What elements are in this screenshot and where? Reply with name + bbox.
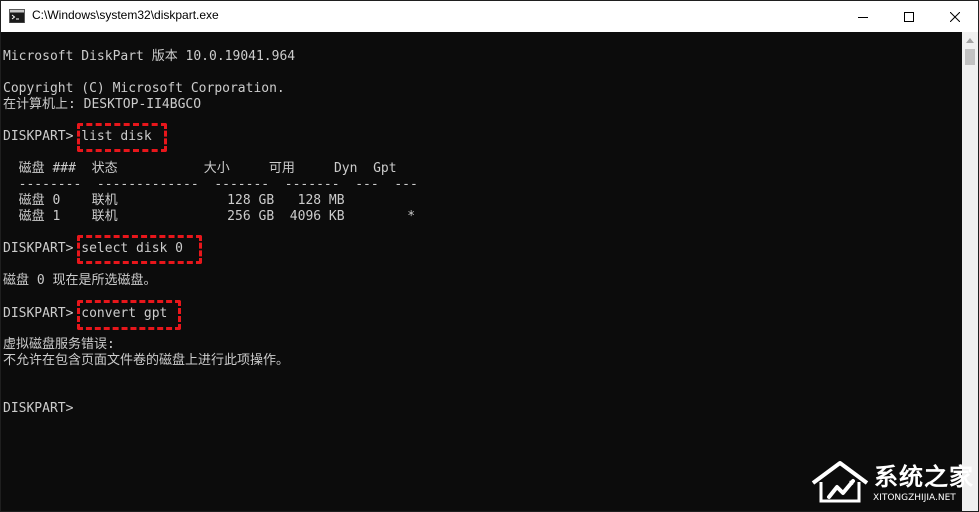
console-line-copyright: Copyright (C) Microsoft Corporation. — [3, 81, 285, 96]
maximize-button[interactable] — [886, 1, 932, 32]
console-line-selected: 磁盘 0 现在是所选磁盘。 — [3, 273, 157, 288]
console-line-version: Microsoft DiskPart 版本 10.0.19041.964 — [3, 49, 296, 64]
disk-table-row: 磁盘 0 联机 128 GB 128 MB — [3, 193, 345, 208]
console-line-error-title: 虚拟磁盘服务错误: — [3, 337, 115, 352]
scrollbar-thumb[interactable] — [965, 49, 975, 65]
title-bar[interactable]: C:\Windows\system32\diskpart.exe — [1, 1, 978, 32]
console-prompt: DISKPART> — [3, 401, 74, 416]
console-output[interactable]: Microsoft DiskPart 版本 10.0.19041.964 Cop… — [1, 32, 962, 511]
vertical-scrollbar[interactable] — [962, 32, 978, 511]
minimize-button[interactable] — [840, 1, 886, 32]
diskpart-window: C:\Windows\system32\diskpart.exe Microso… — [0, 0, 979, 512]
disk-table-header: 磁盘 ### 状态 大小 可用 Dyn Gpt — [3, 161, 397, 176]
highlight-list-disk — [77, 123, 167, 152]
house-logo-icon — [811, 461, 869, 503]
watermark-text: 系统之家 — [874, 463, 974, 491]
maximize-icon — [904, 11, 914, 22]
scroll-up-arrow-icon[interactable] — [966, 38, 974, 43]
watermark-subtext: XITONGZHIJIA.NET — [873, 493, 956, 503]
highlight-select-disk — [77, 235, 202, 264]
console-line-computer: 在计算机上: DESKTOP-II4BGCO — [3, 97, 202, 112]
disk-table-row: 磁盘 1 联机 256 GB 4096 KB * — [3, 209, 416, 224]
window-title: C:\Windows\system32\diskpart.exe — [32, 8, 219, 22]
watermark: 系统之家 XITONGZHIJIA.NET — [809, 453, 978, 511]
console-app-icon — [9, 9, 25, 23]
highlight-convert-gpt — [77, 300, 181, 330]
console-line-error-message: 不允许在包含页面文件卷的磁盘上进行此项操作。 — [3, 353, 290, 368]
close-icon — [950, 11, 960, 22]
minimize-icon — [858, 16, 868, 18]
close-button[interactable] — [932, 1, 978, 32]
disk-table-separator: -------- ------------- ------- ------- -… — [3, 177, 418, 192]
